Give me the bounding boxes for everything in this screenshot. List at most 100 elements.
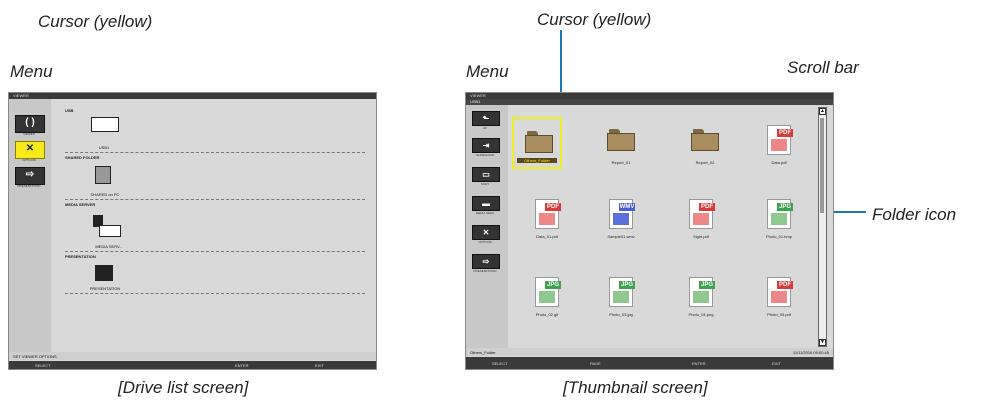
scroll-up-arrow-icon[interactable]: ▲ <box>819 108 826 115</box>
menu-button-options[interactable]: ✕ <box>15 141 45 159</box>
caption-menu-right: Menu <box>466 62 509 81</box>
media-server-icon <box>99 225 121 237</box>
divider <box>65 293 365 294</box>
menu-button-up[interactable]: ⬑ <box>472 111 500 126</box>
up-folder-icon: ⬑ <box>482 114 490 123</box>
bottom-bar: SELECT ENTER EXIT <box>9 361 376 369</box>
thumbnail-label: Photo_04.png <box>688 312 714 317</box>
menu-button-presentation[interactable]: ⇨ <box>472 254 500 269</box>
drive-label-usb: USB1 <box>98 145 110 150</box>
section-heading-media: MEDIA SERVER <box>65 202 96 207</box>
scroll-down-arrow-icon[interactable]: ▼ <box>819 339 826 346</box>
thumbnail-file[interactable]: PDF Data_01.pdf <box>522 191 572 243</box>
title-text: VIEWER <box>470 93 486 98</box>
menu-label: SORT <box>480 182 490 186</box>
title-bar: VIEWER <box>9 93 376 99</box>
thumbnail-screen: VIEWER USB1 ⬑ UP ⇥ SLIDESHOW ▭ SORT ▬ ME… <box>465 92 834 370</box>
caption-menu-left: Menu <box>10 62 53 81</box>
image-file-icon: JPG <box>767 199 793 229</box>
scroll-bar[interactable]: ▲ ▼ <box>818 107 827 347</box>
thumbnail-label: Data_01.pdf <box>536 234 558 239</box>
thumbnail-label: Data.pdf <box>771 160 787 165</box>
thumbnail-folder[interactable]: Report_01 <box>596 117 646 169</box>
thumbnail-file[interactable]: PDF Sight.pdf <box>676 191 726 243</box>
option-icon: ✕ <box>482 228 490 237</box>
menu-button-presentation[interactable]: ⇨ <box>15 167 45 185</box>
thumbnail-file[interactable]: WMV Sample01.wmv <box>596 191 646 243</box>
pdf-file-icon: PDF <box>535 199 561 229</box>
thumbnail-label: Report_01 <box>611 160 631 165</box>
viewer-icon: ( ) <box>25 117 35 128</box>
thumbnail-label: Sample01.wmv <box>607 234 635 239</box>
caption-folder-icon: Folder icon <box>872 205 957 224</box>
thumbnail-file[interactable]: JPG Photo_04.png <box>676 269 726 321</box>
presentation-icon: ⇨ <box>25 169 35 180</box>
path-bar: USB1 <box>466 99 833 105</box>
menu-button-sort[interactable]: ▭ <box>472 167 500 182</box>
section-heading-shared: SHARED FOLDER <box>65 155 100 160</box>
info-timestamp: 11/11/2016 09:00:45 <box>792 350 829 355</box>
wmv-file-icon: WMV <box>609 199 635 229</box>
menu-label: UP <box>482 126 488 130</box>
path-text: USB1 <box>470 99 481 104</box>
usb-drive-icon[interactable] <box>91 117 119 132</box>
drive-label-presentation: PRESENTATION <box>89 286 121 291</box>
caption-cursor-right: Cursor (yellow) <box>537 10 652 29</box>
thumbnail-file[interactable]: JPG Photo_02.gif <box>522 269 572 321</box>
pdf-file-icon: PDF <box>767 125 793 155</box>
info-text: SET VIEWER OPTIONS. <box>13 354 58 359</box>
divider <box>65 199 365 200</box>
thumbnail-folder[interactable]: Report_02 <box>680 117 730 169</box>
presentation-drive-icon[interactable] <box>95 265 113 281</box>
bottom-exit: EXIT <box>772 361 781 366</box>
thumbnail-label: Report_02 <box>695 160 715 165</box>
caption-thumbnail-screen: [Thumbnail screen] <box>563 378 708 397</box>
thumbnail-label: Others_Folder <box>517 158 557 163</box>
thumbnail-label: Sight.pdf <box>693 234 709 239</box>
sort-icon: ▭ <box>482 170 490 179</box>
info-bar: Others_Folder 11/11/2016 09:00:45 <box>466 348 833 356</box>
drive-label-media: MEDIA SERV... <box>95 244 123 249</box>
pdf-file-icon: PDF <box>689 199 715 229</box>
menu-button-media-server[interactable]: ▬ <box>472 196 500 211</box>
pdf-file-icon: PDF <box>767 277 793 307</box>
thumbnail-label: Photo_03.jpg <box>609 312 633 317</box>
image-file-icon: JPG <box>609 277 635 307</box>
menu-label: PRESENTATION <box>17 184 41 188</box>
caption-scroll-bar: Scroll bar <box>787 58 859 77</box>
info-bar: SET VIEWER OPTIONS. <box>9 352 376 360</box>
scroll-thumb[interactable] <box>820 118 824 213</box>
folder-icon <box>525 131 553 153</box>
menu-label: MEDIA SERV <box>475 211 495 215</box>
thumbnail-label: Photo_01.bmp <box>765 234 793 239</box>
thumbnail-file[interactable]: PDF Photo_05.pdf <box>754 269 804 321</box>
option-icon: ✕ <box>25 143 35 154</box>
thumbnail-file[interactable]: JPG Photo_01.bmp <box>754 191 804 243</box>
bottom-bar: SELECT PAGE ENTER EXIT <box>466 357 833 369</box>
menu-button-options[interactable]: ✕ <box>472 225 500 240</box>
menu-label: SLIDESHOW <box>475 153 494 157</box>
thumbnail-label: Photo_02.gif <box>535 312 559 317</box>
bottom-select: SELECT <box>492 361 508 366</box>
caption-cursor-left: Cursor (yellow) <box>38 12 153 31</box>
section-heading-usb: USB <box>65 108 74 113</box>
image-file-icon: JPG <box>535 277 561 307</box>
menu-button-viewer[interactable]: ( ) <box>15 115 45 133</box>
thumbnail-file[interactable]: PDF Data.pdf <box>754 117 804 169</box>
thumbnail-file[interactable]: JPG Photo_03.jpg <box>596 269 646 321</box>
presentation-icon: ⇨ <box>482 257 490 266</box>
side-menu: ⬑ UP ⇥ SLIDESHOW ▭ SORT ▬ MEDIA SERV ✕ O… <box>466 105 508 348</box>
bottom-select: SELECT <box>35 363 51 368</box>
folder-icon <box>691 129 719 151</box>
menu-button-slideshow[interactable]: ⇥ <box>472 138 500 153</box>
slideshow-icon: ⇥ <box>482 141 490 150</box>
menu-label: VIEWER <box>23 132 35 136</box>
title-text: VIEWER <box>13 93 29 98</box>
shared-folder-icon[interactable] <box>95 166 111 184</box>
divider <box>65 152 365 153</box>
thumbnail-folder-selected[interactable]: Others_Folder <box>512 117 562 169</box>
bottom-enter: ENTER <box>235 363 249 368</box>
menu-label: OPTIONS <box>478 240 492 244</box>
bottom-exit: EXIT <box>315 363 324 368</box>
folder-icon <box>607 129 635 151</box>
